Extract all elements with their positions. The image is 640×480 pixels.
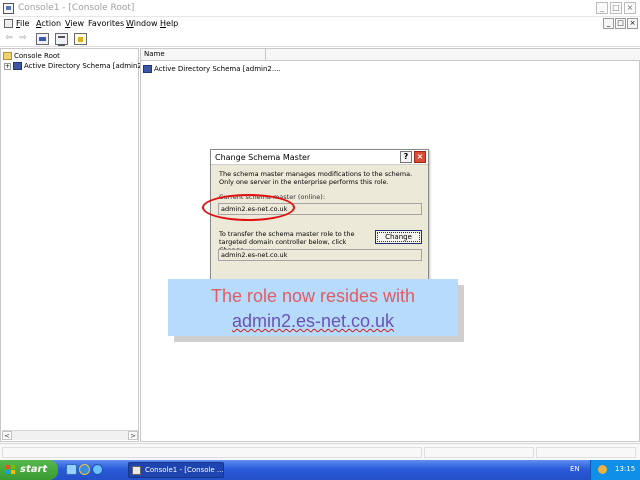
active-directory-schema-icon (143, 65, 152, 73)
start-button[interactable]: start (0, 460, 58, 480)
help-button[interactable]: ? (400, 151, 412, 163)
system-tray: 13:15 (590, 460, 640, 480)
dialog-description: The schema master manages modifications … (219, 170, 413, 186)
show-desktop-icon[interactable] (66, 464, 77, 475)
menu-help[interactable]: Help (160, 19, 178, 28)
dialog-close-button[interactable]: × (414, 151, 426, 163)
menu-file[interactable]: File (16, 19, 29, 28)
column-header-name[interactable]: Name (141, 49, 266, 61)
tree-horizontal-scrollbar[interactable]: < > (2, 430, 138, 440)
scroll-left-icon[interactable]: < (2, 431, 12, 440)
folder-icon (3, 52, 12, 60)
tree-item-ad-schema[interactable]: + Active Directory Schema [admin2.es- (4, 61, 155, 72)
windows-flag-icon (6, 465, 16, 475)
help-topics-icon[interactable] (74, 33, 87, 45)
mdi-restore-button[interactable]: □ (615, 18, 626, 29)
mdi-minimize-button[interactable]: _ (603, 18, 614, 29)
highlight-ring (202, 194, 295, 221)
callout-text-line2: admin2.es-net.co.uk (168, 311, 458, 332)
status-cell (2, 447, 422, 458)
scroll-right-icon[interactable]: > (128, 431, 138, 440)
clock[interactable]: 13:15 (615, 465, 635, 473)
mmc-app-icon (132, 466, 141, 475)
menu-action[interactable]: Action (36, 19, 61, 28)
minimize-button[interactable]: _ (596, 2, 608, 14)
maximize-button[interactable]: □ (610, 2, 622, 14)
internet-explorer-icon[interactable] (79, 464, 90, 475)
caption-callout: The role now resides with admin2.es-net.… (168, 279, 458, 336)
menu-favorites[interactable]: Favorites (88, 19, 124, 28)
back-arrow-icon[interactable]: ⇦ (3, 33, 15, 45)
callout-text-line1: The role now resides with (210, 286, 416, 306)
language-indicator[interactable]: EN (570, 465, 580, 473)
target-controller-field: admin2.es-net.co.uk (218, 249, 422, 261)
change-button[interactable]: Change (375, 230, 422, 244)
dialog-titlebar[interactable]: Change Schema Master ? × (211, 150, 428, 165)
expand-icon[interactable]: + (4, 62, 11, 70)
mdi-close-button[interactable]: × (627, 18, 638, 29)
console-window-icon[interactable] (4, 19, 13, 28)
status-cell (424, 447, 534, 458)
forward-arrow-icon[interactable]: ⇨ (17, 33, 29, 45)
browser-icon[interactable] (92, 464, 103, 475)
active-directory-schema-icon (13, 62, 22, 70)
taskbar: start Console1 - [Console ... EN 13:15 (0, 460, 640, 480)
window-titlebar[interactable]: Console1 - [Console Root] _ □ × (0, 0, 640, 17)
status-bar (0, 443, 640, 460)
menu-window[interactable]: Window (126, 19, 158, 28)
show-hide-console-tree-icon[interactable] (36, 33, 49, 45)
toolbar: ⇦ ⇨ (0, 31, 640, 47)
network-icon[interactable] (598, 465, 607, 474)
console-tree-pane[interactable]: Console Root + Active Directory Schema [a… (0, 48, 155, 442)
export-list-icon[interactable] (55, 33, 68, 46)
status-cell (536, 447, 636, 458)
dialog-title: Change Schema Master (215, 153, 311, 162)
list-item[interactable]: Active Directory Schema [admin2.... (143, 64, 281, 74)
close-button[interactable]: × (624, 2, 636, 14)
window-title: Console1 - [Console Root] (18, 3, 135, 13)
mmc-app-icon[interactable] (3, 3, 14, 14)
menu-bar: File Action View Favorites Window Help (0, 17, 640, 31)
callout-domain: admin2.es-net.co.uk (231, 311, 395, 331)
taskbar-item-console[interactable]: Console1 - [Console ... (128, 462, 224, 478)
menu-view[interactable]: View (65, 19, 84, 28)
column-header-empty (266, 49, 640, 61)
